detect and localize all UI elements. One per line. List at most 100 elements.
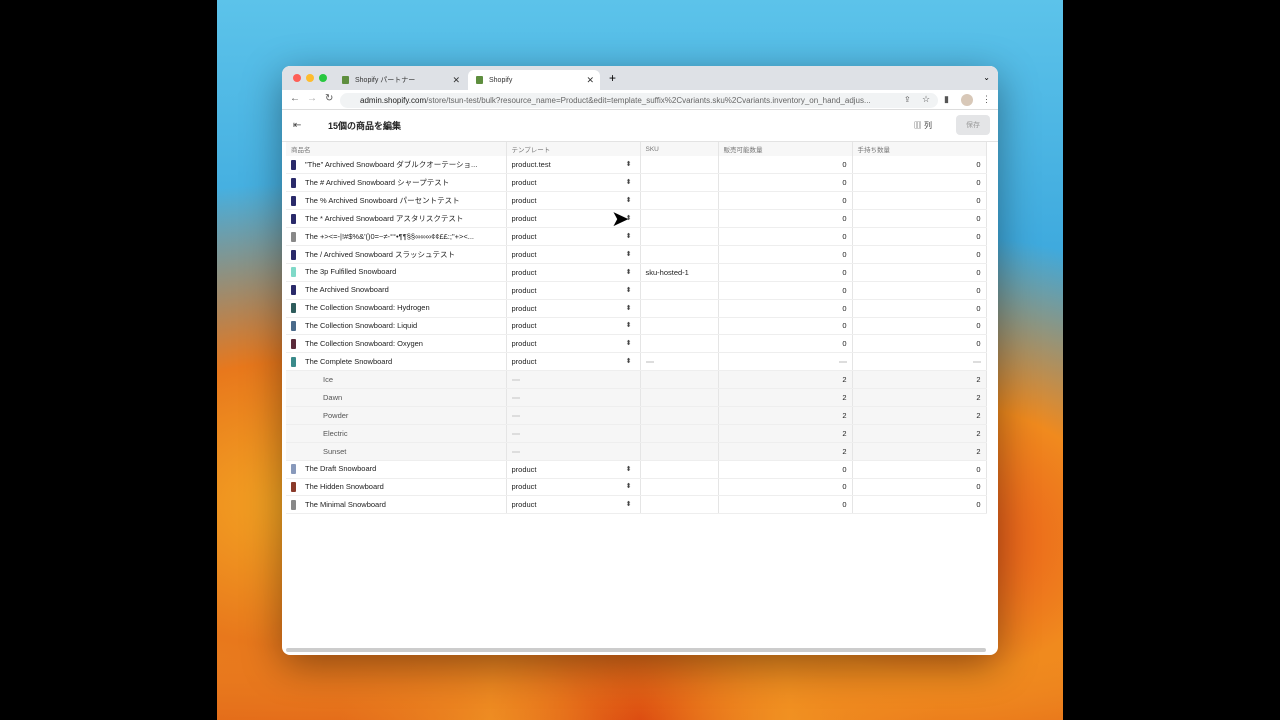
available-cell[interactable]: 0 (718, 156, 853, 175)
available-cell[interactable]: 0 (718, 227, 853, 246)
on-hand-cell[interactable]: 2 (852, 406, 987, 425)
on-hand-cell[interactable]: 0 (852, 334, 987, 354)
sku-cell[interactable] (640, 495, 719, 515)
sku-cell[interactable] (640, 388, 719, 407)
table-row[interactable]: The Draft Snowboard product 0 0 (286, 460, 987, 479)
table-row[interactable]: The * Archived Snowboard アスタリスクテスト produ… (286, 209, 987, 229)
reload-icon[interactable]: ↻ (325, 93, 333, 104)
sku-cell[interactable] (640, 460, 719, 479)
on-hand-cell[interactable]: 0 (852, 156, 987, 175)
sku-cell[interactable] (640, 352, 719, 372)
available-cell[interactable]: 0 (718, 334, 853, 354)
sku-cell[interactable] (640, 156, 719, 175)
sku-cell[interactable] (640, 478, 719, 497)
template-select[interactable]: product (506, 317, 641, 336)
save-button[interactable]: 保存 (956, 115, 990, 135)
on-hand-cell[interactable]: 2 (852, 388, 987, 407)
tab-list-chevron-icon[interactable]: ⌄ (983, 73, 990, 82)
on-hand-cell[interactable]: 0 (852, 317, 987, 336)
sku-cell[interactable] (640, 334, 719, 354)
available-cell[interactable]: 0 (718, 209, 853, 229)
template-select[interactable]: product.test (506, 156, 641, 175)
close-tab-icon[interactable]: ✕ (452, 75, 460, 86)
table-row[interactable]: The Archived Snowboard product 0 0 (286, 281, 987, 300)
sku-cell[interactable] (640, 370, 719, 390)
on-hand-cell[interactable]: 0 (852, 245, 987, 264)
table-row[interactable]: The Collection Snowboard: Hydrogen produ… (286, 299, 987, 318)
sku-cell[interactable] (640, 191, 719, 211)
on-hand-cell[interactable]: 0 (852, 227, 987, 246)
sku-cell[interactable] (640, 227, 719, 246)
table-row[interactable]: The 3p Fulfilled Snowboard product sku-h… (286, 263, 987, 282)
sku-cell[interactable] (640, 442, 719, 461)
sidebar-icon[interactable]: ▮ (944, 94, 949, 105)
on-hand-cell[interactable]: 2 (852, 442, 987, 461)
available-cell[interactable]: 0 (718, 263, 853, 282)
available-cell[interactable]: 2 (718, 424, 853, 443)
profile-avatar[interactable] (961, 94, 973, 106)
sku-cell[interactable] (640, 406, 719, 425)
variant-row[interactable]: Dawn 2 2 (286, 388, 987, 407)
available-cell[interactable]: 0 (718, 191, 853, 211)
on-hand-cell[interactable]: 0 (852, 299, 987, 318)
template-select[interactable]: product (506, 352, 641, 372)
sku-cell[interactable] (640, 245, 719, 264)
sku-cell[interactable] (640, 317, 719, 336)
available-cell[interactable]: 0 (718, 281, 853, 300)
table-row[interactable]: The Complete Snowboard product (286, 352, 987, 372)
sku-cell[interactable]: sku-hosted-1 (640, 263, 719, 282)
available-cell[interactable]: 0 (718, 317, 853, 336)
menu-icon[interactable]: ⋮ (982, 94, 991, 105)
template-select[interactable]: product (506, 334, 641, 354)
back-icon[interactable]: ← (290, 93, 300, 104)
on-hand-cell[interactable]: 0 (852, 478, 987, 497)
available-cell[interactable] (718, 352, 853, 372)
table-row[interactable]: The Minimal Snowboard product 0 0 (286, 495, 987, 515)
available-cell[interactable]: 0 (718, 460, 853, 479)
on-hand-cell[interactable] (852, 352, 987, 372)
exit-icon[interactable]: ⇤ (293, 120, 301, 131)
zoom-window-button[interactable] (319, 74, 327, 82)
sku-cell[interactable] (640, 173, 719, 193)
on-hand-cell[interactable]: 0 (852, 281, 987, 300)
on-hand-cell[interactable]: 2 (852, 424, 987, 443)
variant-row[interactable]: Powder 2 2 (286, 406, 987, 425)
table-row[interactable]: The Collection Snowboard: Oxygen product… (286, 334, 987, 354)
table-row[interactable]: The / Archived Snowboard スラッシュテスト produc… (286, 245, 987, 264)
url-input[interactable]: admin.shopify.com/store/tsun-test/bulk?r… (340, 93, 938, 108)
sku-cell[interactable] (640, 209, 719, 229)
variant-row[interactable]: Electric 2 2 (286, 424, 987, 443)
table-row[interactable]: The +><=-|!#$%&'()0=~≠-°°•¶¶§§∞∞∞¢¢££:;"… (286, 227, 987, 246)
on-hand-cell[interactable]: 2 (852, 370, 987, 390)
columns-button[interactable]: ▥ 列 (914, 120, 932, 131)
table-row[interactable]: The Collection Snowboard: Liquid product… (286, 317, 987, 336)
available-cell[interactable]: 0 (718, 173, 853, 193)
available-cell[interactable]: 2 (718, 406, 853, 425)
table-row[interactable]: The # Archived Snowboard シャープテスト product… (286, 173, 987, 193)
bookmark-star-icon[interactable]: ☆ (922, 94, 930, 105)
template-select[interactable]: product (506, 460, 641, 479)
template-select[interactable]: product (506, 281, 641, 300)
table-row[interactable]: The % Archived Snowboard パーセントテスト produc… (286, 191, 987, 211)
available-cell[interactable]: 0 (718, 299, 853, 318)
sku-cell[interactable] (640, 281, 719, 300)
available-cell[interactable]: 2 (718, 388, 853, 407)
table-row[interactable]: "The" Archived Snowboard ダブルクオーテーショ... p… (286, 156, 987, 175)
horizontal-scrollbar[interactable] (286, 648, 986, 652)
on-hand-cell[interactable]: 0 (852, 495, 987, 515)
template-select[interactable]: product (506, 173, 641, 193)
template-select[interactable]: product (506, 299, 641, 318)
tab-shopify-partners[interactable]: Shopify パートナー ✕ (334, 70, 466, 90)
tab-shopify[interactable]: Shopify ✕ (468, 70, 600, 90)
variant-row[interactable]: Sunset 2 2 (286, 442, 987, 461)
sku-cell[interactable] (640, 299, 719, 318)
variant-row[interactable]: Ice 2 2 (286, 370, 987, 390)
available-cell[interactable]: 0 (718, 245, 853, 264)
minimize-window-button[interactable] (306, 74, 314, 82)
new-tab-button[interactable]: + (609, 71, 616, 85)
on-hand-cell[interactable]: 0 (852, 263, 987, 282)
close-window-button[interactable] (293, 74, 301, 82)
available-cell[interactable]: 0 (718, 478, 853, 497)
forward-icon[interactable]: → (307, 93, 317, 104)
available-cell[interactable]: 2 (718, 370, 853, 390)
